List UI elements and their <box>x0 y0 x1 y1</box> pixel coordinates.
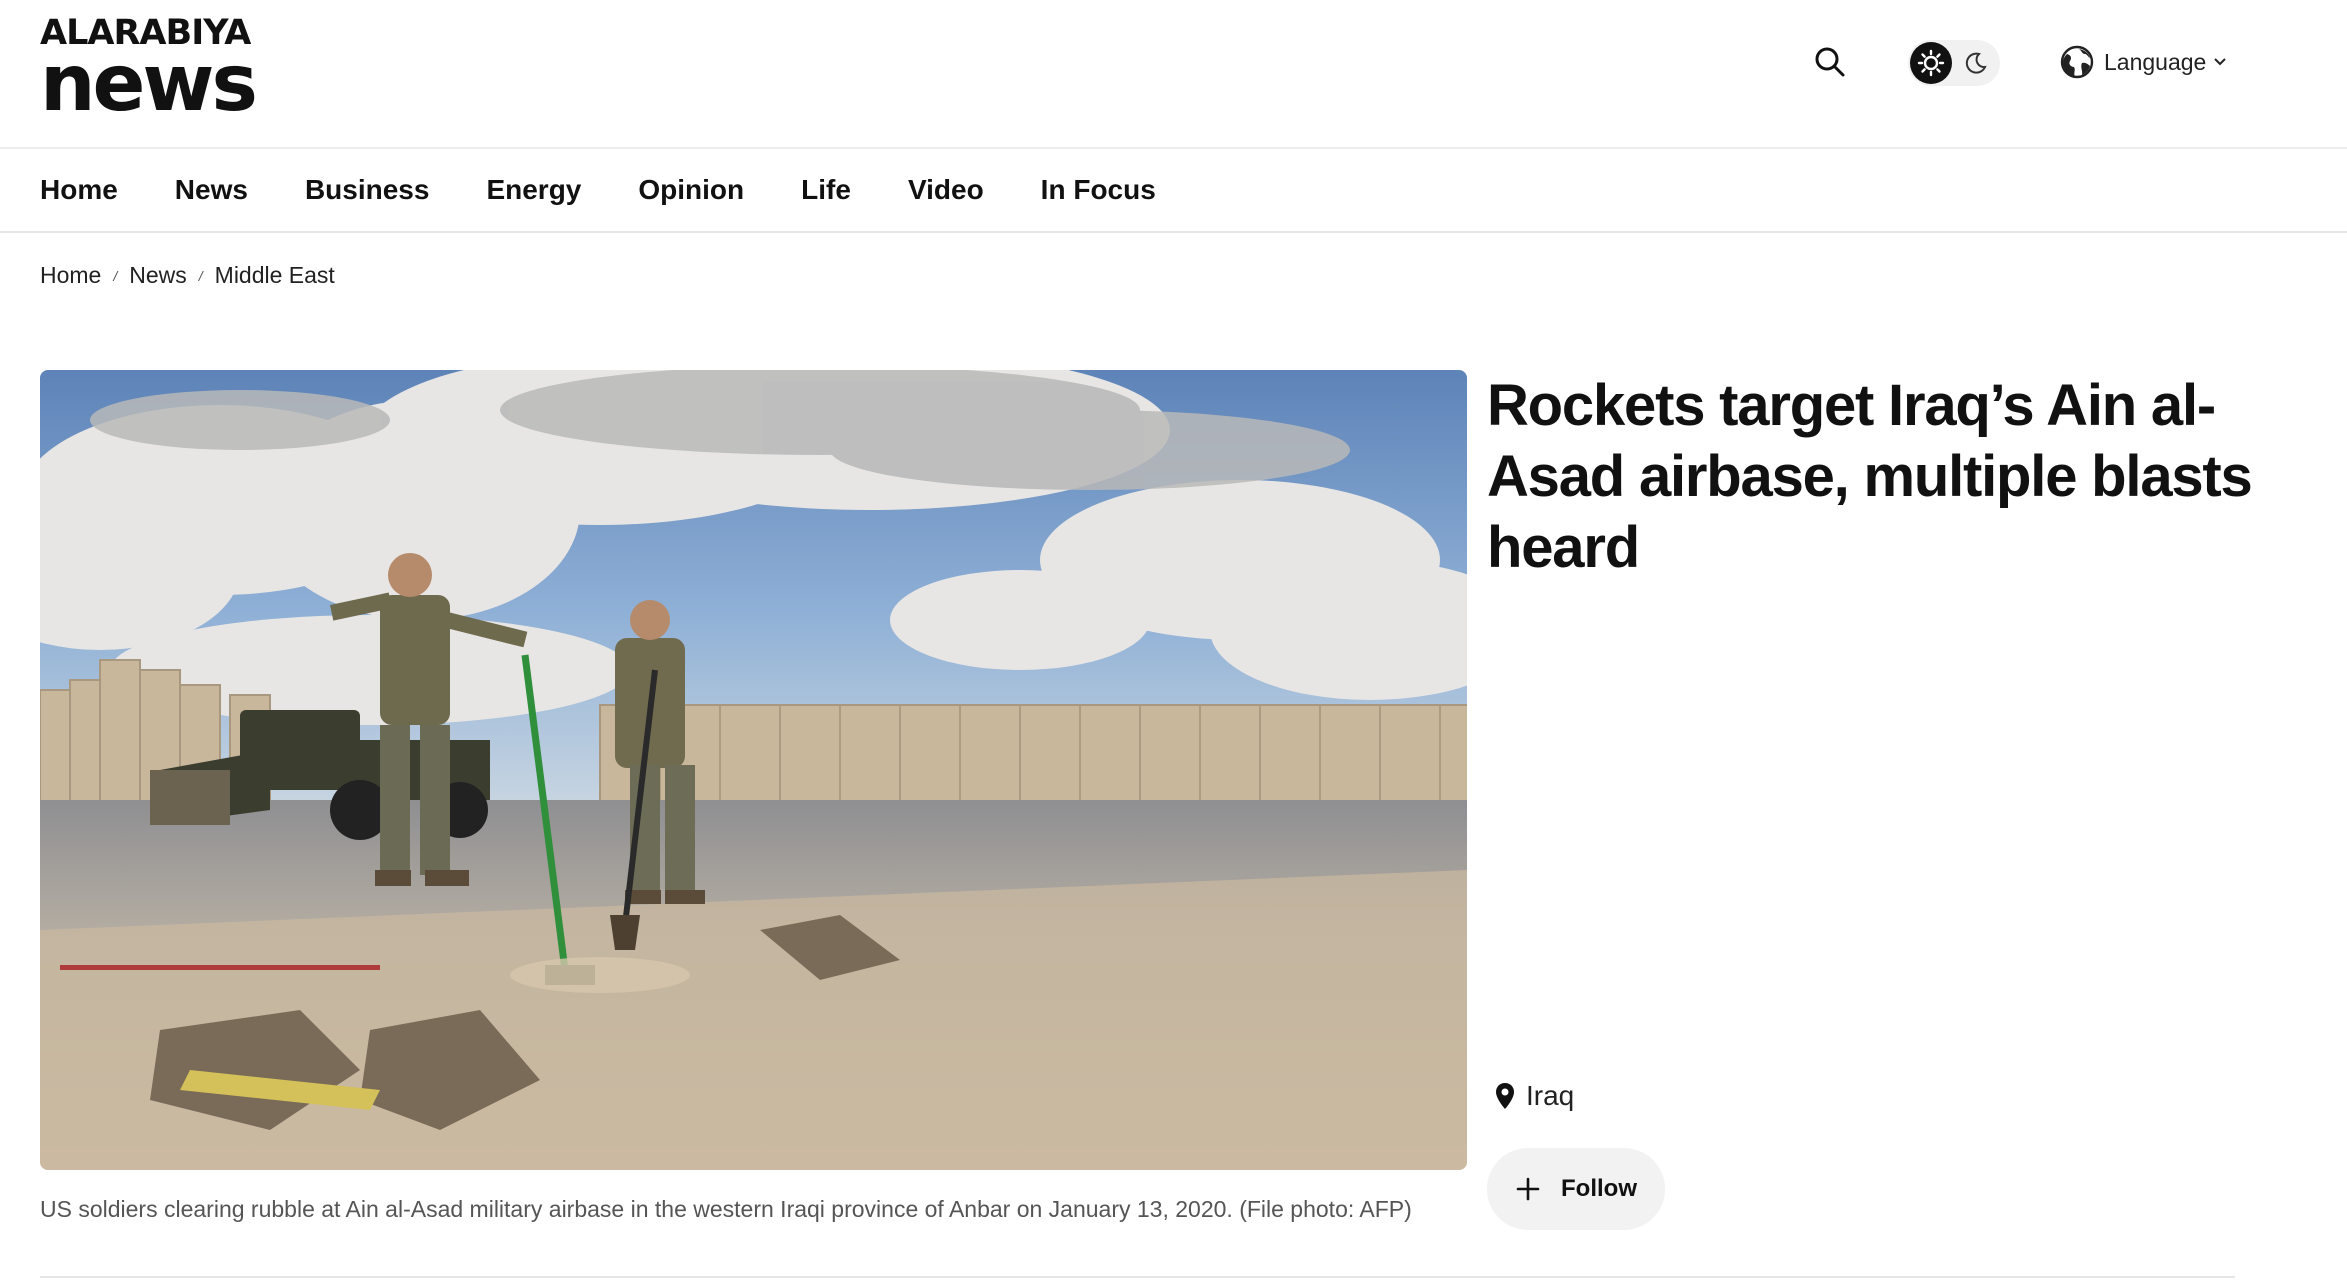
nav-item-in-focus[interactable]: In Focus <box>1041 174 1156 206</box>
article-headline: Rockets target Iraq’s Ain al-Asad airbas… <box>1487 373 2253 580</box>
dark-mode-button[interactable] <box>1962 49 1990 77</box>
hero-photo <box>40 370 1467 1170</box>
search-icon <box>1815 47 1845 77</box>
nav-item-home[interactable]: Home <box>40 174 118 206</box>
sun-icon <box>1917 49 1945 77</box>
breadcrumb-middle-east[interactable]: Middle East <box>215 262 335 289</box>
language-label: Language <box>2104 48 2207 75</box>
breadcrumb: Home / News / Middle East <box>40 262 335 289</box>
site-header: ALARABIYA news Language <box>0 0 2347 149</box>
follow-label: Follow <box>1561 1175 1637 1202</box>
nav-item-news[interactable]: News <box>175 174 248 206</box>
breadcrumb-news[interactable]: News <box>129 262 187 289</box>
search-button[interactable] <box>1812 44 1848 80</box>
moon-icon <box>1965 52 1987 74</box>
divider <box>40 1276 2235 1278</box>
breadcrumb-separator: / <box>198 267 203 284</box>
nav-item-video[interactable]: Video <box>908 174 984 206</box>
plus-icon <box>1516 1177 1540 1201</box>
breadcrumb-home[interactable]: Home <box>40 262 101 289</box>
language-selector[interactable]: Language <box>2060 42 2228 82</box>
image-caption: US soldiers clearing rubble at Ain al-As… <box>40 1196 1412 1222</box>
article-hero-image[interactable] <box>40 370 1467 1170</box>
chevron-down-icon <box>2214 58 2227 66</box>
globe-icon <box>2060 45 2094 79</box>
logo-wordmark-bottom: news <box>40 39 258 129</box>
location-pin-icon <box>1496 1083 1514 1109</box>
location-tag-label: Iraq <box>1526 1080 1575 1111</box>
nav-item-life[interactable]: Life <box>801 174 851 206</box>
nav-item-business[interactable]: Business <box>305 174 430 206</box>
location-tag[interactable]: Iraq <box>1494 1080 1574 1112</box>
nav-item-energy[interactable]: Energy <box>486 174 581 206</box>
site-logo[interactable]: ALARABIYA news <box>40 14 258 129</box>
nav-item-opinion[interactable]: Opinion <box>638 174 744 206</box>
breadcrumb-separator: / <box>113 267 118 284</box>
main-nav: Home News Business Energy Opinion Life V… <box>0 149 2347 233</box>
follow-button[interactable]: Follow <box>1487 1148 1665 1230</box>
theme-toggle[interactable] <box>1908 40 2000 86</box>
nav-list: Home News Business Energy Opinion Life V… <box>40 149 1213 231</box>
light-mode-button[interactable] <box>1910 42 1952 84</box>
